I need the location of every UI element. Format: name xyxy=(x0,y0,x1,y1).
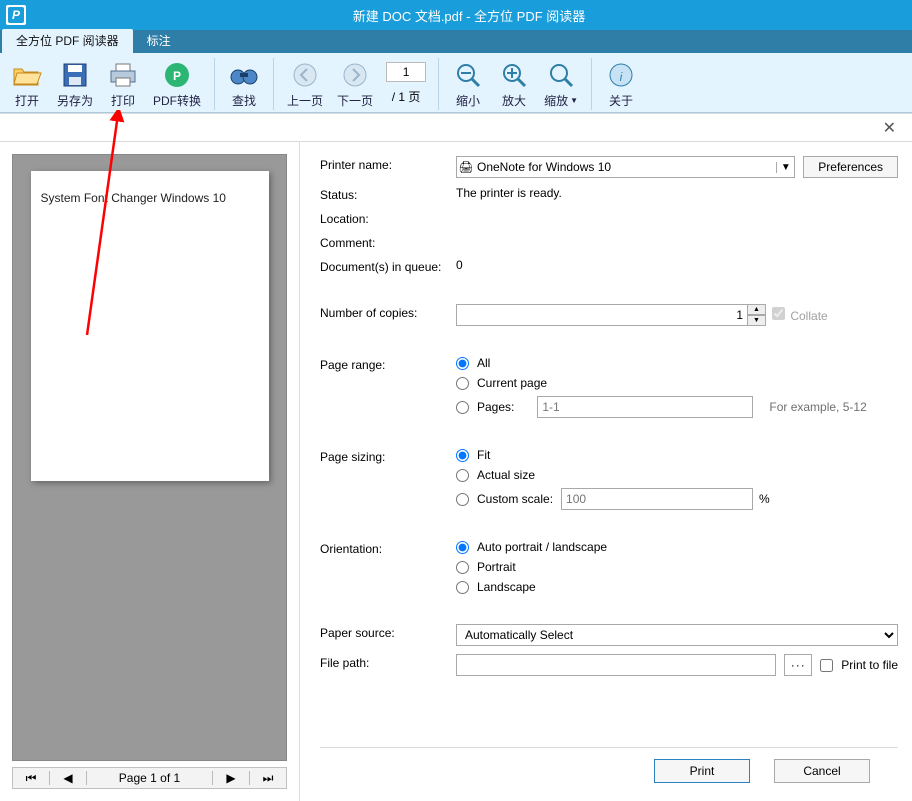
sizing-fit-radio[interactable]: Fit xyxy=(456,448,898,462)
tab-main[interactable]: 全方位 PDF 阅读器 xyxy=(2,29,133,53)
prev-preview-button[interactable]: ◀ xyxy=(50,768,86,788)
orientation-label: Orientation: xyxy=(320,540,454,556)
chevron-down-icon: ▼ xyxy=(570,96,578,105)
percent-label: % xyxy=(759,492,770,506)
page-number-input[interactable]: 1 xyxy=(386,62,426,82)
printer-name-label: Printer name: xyxy=(320,156,454,172)
status-label: Status: xyxy=(320,186,454,202)
print-to-file-checkbox[interactable]: Print to file xyxy=(820,658,898,672)
next-preview-button[interactable]: ▶ xyxy=(213,768,249,788)
dialog-footer: Print Cancel xyxy=(320,747,898,793)
file-path-label: File path: xyxy=(320,654,454,670)
range-hint: For example, 5-12 xyxy=(769,400,866,414)
svg-text:P: P xyxy=(12,8,21,22)
zoom-icon xyxy=(545,59,577,91)
about-button[interactable]: i 关于 xyxy=(598,56,644,112)
floppy-icon xyxy=(59,59,91,91)
preview-page-label: Page 1 of 1 xyxy=(87,771,212,785)
print-confirm-button[interactable]: Print xyxy=(654,759,750,783)
zoom-button[interactable]: 缩放 ▼ xyxy=(537,56,585,112)
prev-page-button[interactable]: 上一页 xyxy=(280,56,330,112)
zoom-in-button[interactable]: 放大 xyxy=(491,56,537,112)
ribbon-toolbar: 打开 另存为 打印 P PDF转换 查找 上一页 下一页 xyxy=(0,53,912,113)
folder-open-icon xyxy=(11,59,43,91)
last-page-button[interactable]: ⏭ xyxy=(250,768,286,788)
queue-label: Document(s) in queue: xyxy=(320,258,454,274)
paper-source-select[interactable]: Automatically Select xyxy=(456,624,898,646)
print-preview-pane: System Font Changer Windows 10 ⏮ ◀ Page … xyxy=(0,142,300,801)
paper-source-label: Paper source: xyxy=(320,624,454,640)
orientation-auto-radio[interactable]: Auto portrait / landscape xyxy=(456,540,898,554)
comment-label: Comment: xyxy=(320,234,454,250)
close-button[interactable]: ✕ xyxy=(877,116,902,140)
copies-spin-up[interactable]: ▲ xyxy=(748,304,766,315)
binoculars-icon xyxy=(228,59,260,91)
browse-button[interactable]: ··· xyxy=(784,654,812,676)
arrow-left-icon xyxy=(289,59,321,91)
printer-icon xyxy=(107,59,139,91)
status-value: The printer is ready. xyxy=(456,186,898,200)
sizing-actual-radio[interactable]: Actual size xyxy=(456,468,898,482)
copies-label: Number of copies: xyxy=(320,304,454,320)
page-sizing-label: Page sizing: xyxy=(320,448,454,464)
range-all-radio[interactable]: All xyxy=(456,356,898,370)
window-title-bar: P 新建 DOC 文档.pdf - 全方位 PDF 阅读器 xyxy=(0,0,912,30)
arrow-right-icon xyxy=(339,59,371,91)
preview-nav: ⏮ ◀ Page 1 of 1 ▶ ⏭ xyxy=(12,767,287,789)
page-range-label: Page range: xyxy=(320,356,454,372)
queue-value: 0 xyxy=(456,258,898,272)
range-current-radio[interactable]: Current page xyxy=(456,376,898,390)
custom-scale-input[interactable] xyxy=(561,488,753,510)
chevron-down-icon[interactable]: ▼ xyxy=(776,162,794,173)
file-path-input[interactable] xyxy=(456,654,776,676)
svg-text:P: P xyxy=(173,69,181,83)
printer-small-icon: 🖨 xyxy=(457,160,475,174)
pdf-convert-icon: P xyxy=(161,59,193,91)
cancel-button[interactable]: Cancel xyxy=(774,759,870,783)
collate-checkbox: Collate xyxy=(772,307,828,323)
printer-select[interactable]: 🖨 OneNote for Windows 10 ▼ xyxy=(456,156,795,178)
page-indicator: 1 / 1 页 xyxy=(380,56,432,112)
tab-annotate[interactable]: 标注 xyxy=(133,29,185,53)
zoom-out-icon xyxy=(452,59,484,91)
next-page-button[interactable]: 下一页 xyxy=(330,56,380,112)
orientation-landscape-radio[interactable]: Landscape xyxy=(456,580,898,594)
app-logo-icon: P xyxy=(6,5,26,25)
tab-bar: 全方位 PDF 阅读器 标注 xyxy=(0,30,912,53)
sizing-custom-radio[interactable]: Custom scale: xyxy=(456,492,553,506)
copies-spin-down[interactable]: ▼ xyxy=(748,315,766,326)
print-dialog: ✕ System Font Changer Windows 10 ⏮ ◀ Pag… xyxy=(0,113,912,801)
range-pages-input[interactable] xyxy=(537,396,753,418)
open-button[interactable]: 打开 xyxy=(4,56,50,112)
convert-button[interactable]: P PDF转换 xyxy=(146,56,208,112)
zoom-out-button[interactable]: 缩小 xyxy=(445,56,491,112)
location-label: Location: xyxy=(320,210,454,226)
preview-page: System Font Changer Windows 10 xyxy=(31,171,269,481)
print-button[interactable]: 打印 xyxy=(100,56,146,112)
saveas-button[interactable]: 另存为 xyxy=(50,56,100,112)
print-settings-pane: Printer name: 🖨 OneNote for Windows 10 ▼… xyxy=(300,142,912,801)
first-page-button[interactable]: ⏮ xyxy=(13,768,49,788)
find-button[interactable]: 查找 xyxy=(221,56,267,112)
orientation-portrait-radio[interactable]: Portrait xyxy=(456,560,898,574)
range-pages-radio[interactable]: Pages: xyxy=(456,400,514,414)
window-title: 新建 DOC 文档.pdf - 全方位 PDF 阅读器 xyxy=(32,6,906,25)
copies-input[interactable] xyxy=(456,304,748,326)
svg-text:i: i xyxy=(620,70,623,84)
zoom-in-icon xyxy=(498,59,530,91)
info-icon: i xyxy=(605,59,637,91)
preferences-button[interactable]: Preferences xyxy=(803,156,898,178)
preview-frame: System Font Changer Windows 10 xyxy=(12,154,287,761)
